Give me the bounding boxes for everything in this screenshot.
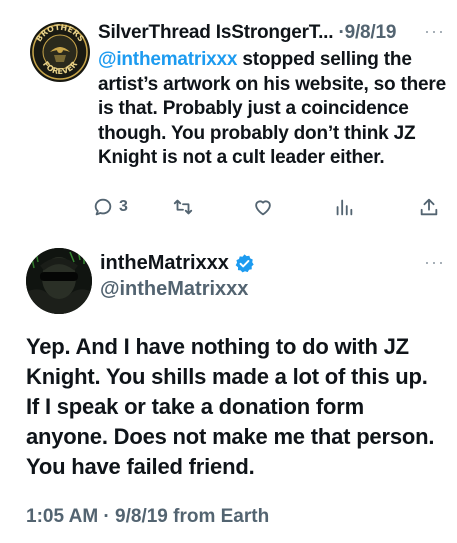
share-button[interactable]	[418, 196, 440, 218]
reply-header: SilverThread IsStrongerT... ·9/8/19	[98, 22, 396, 44]
reply-author-name[interactable]: SilverThread IsStrongerT...	[98, 22, 334, 43]
author-handle[interactable]: @intheMatrixxx	[100, 278, 248, 301]
reply-count: 3	[119, 198, 128, 215]
profile-photo-icon	[26, 248, 92, 314]
reply-author-avatar[interactable]: BROTHERS FOREVER	[30, 22, 90, 82]
reply-date[interactable]: 9/8/19	[345, 22, 397, 43]
share-icon	[420, 198, 438, 216]
like-button[interactable]	[252, 196, 274, 218]
mention-link[interactable]: @inthematrixxx	[98, 49, 237, 70]
reply-tweet[interactable]: BROTHERS FOREVER SilverThread IsStronger…	[0, 0, 457, 236]
tweet-timestamp[interactable]: 1:05 AM · 9/8/19 from Earth	[26, 506, 269, 528]
retweet-button[interactable]	[172, 196, 194, 218]
retweet-icon	[173, 199, 193, 215]
tweet-more-button[interactable]: ···	[424, 252, 445, 273]
author-name[interactable]: intheMatrixxx	[100, 252, 229, 275]
heart-icon	[255, 200, 271, 216]
comment-icon	[94, 198, 112, 216]
analytics-icon	[336, 199, 353, 216]
main-tweet: intheMatrixxx @intheMatrixxx ··· Yep. An…	[0, 236, 457, 543]
author-avatar[interactable]	[26, 248, 92, 314]
verified-badge-icon	[235, 254, 254, 273]
tweet-text: Yep. And I have nothing to do with JZ Kn…	[26, 334, 435, 479]
reply-button[interactable]: 3	[92, 196, 128, 218]
reply-action-bar: 3	[0, 196, 457, 224]
author-name-row: intheMatrixxx	[100, 252, 255, 275]
reply-text: @inthematrixxx stopped selling the artis…	[98, 48, 448, 171]
reply-more-button[interactable]: ···	[424, 21, 445, 42]
brothers-forever-badge-icon: BROTHERS FOREVER	[31, 23, 89, 81]
views-button[interactable]	[333, 196, 355, 218]
